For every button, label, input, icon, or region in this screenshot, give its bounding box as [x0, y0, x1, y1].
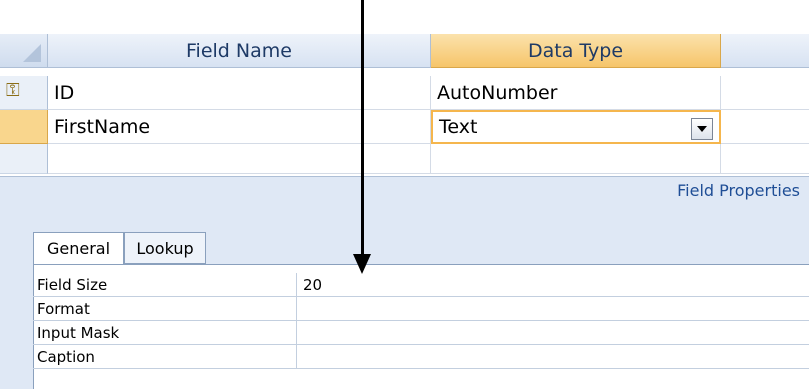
property-row[interactable]: Field Size 20 — [33, 273, 809, 297]
property-label: Format — [33, 297, 297, 321]
field-name-cell[interactable]: FirstName — [48, 110, 431, 144]
description-cell[interactable] — [721, 144, 809, 174]
property-value-input[interactable] — [297, 321, 809, 345]
tab-general[interactable]: General — [33, 232, 124, 264]
property-row[interactable]: Input Mask — [33, 321, 809, 345]
tab-lookup[interactable]: Lookup — [124, 232, 206, 264]
data-type-cell[interactable] — [431, 144, 721, 174]
row-selector-firstname[interactable] — [0, 110, 48, 144]
row-selector-new[interactable] — [0, 144, 48, 174]
field-name-cell[interactable]: ID — [48, 76, 431, 110]
column-header-field-name[interactable]: Field Name — [48, 34, 431, 68]
column-header-description[interactable] — [721, 34, 809, 68]
field-properties-title: Field Properties — [677, 181, 800, 200]
dropdown-button[interactable] — [691, 118, 713, 140]
grid-select-all[interactable] — [0, 34, 48, 68]
data-type-cell[interactable]: AutoNumber — [431, 76, 721, 110]
annotation-arrow-line — [361, 0, 364, 258]
property-label: Caption — [33, 345, 297, 369]
column-header-data-type[interactable]: Data Type — [431, 34, 721, 68]
property-row[interactable]: Format — [33, 297, 809, 321]
description-cell[interactable] — [721, 110, 809, 144]
description-cell[interactable] — [721, 76, 809, 110]
property-label: Field Size — [33, 273, 297, 297]
property-value-input[interactable] — [297, 297, 809, 321]
property-value-input[interactable]: 20 — [297, 273, 809, 297]
property-value-input[interactable] — [297, 345, 809, 369]
row-selector-id[interactable]: ⚿ — [0, 76, 48, 110]
annotation-arrow-head — [353, 254, 371, 274]
table-design-grid: Field Name Data Type ⚿ ID AutoNumber Fir… — [0, 0, 809, 180]
key-icon: ⚿ — [6, 80, 20, 101]
data-type-dropdown[interactable]: Text — [431, 110, 721, 144]
chevron-down-icon — [697, 126, 707, 132]
data-type-value: Text — [439, 116, 478, 138]
property-row[interactable]: Caption — [33, 345, 809, 369]
field-name-cell[interactable] — [48, 144, 431, 174]
property-label: Input Mask — [33, 321, 297, 345]
